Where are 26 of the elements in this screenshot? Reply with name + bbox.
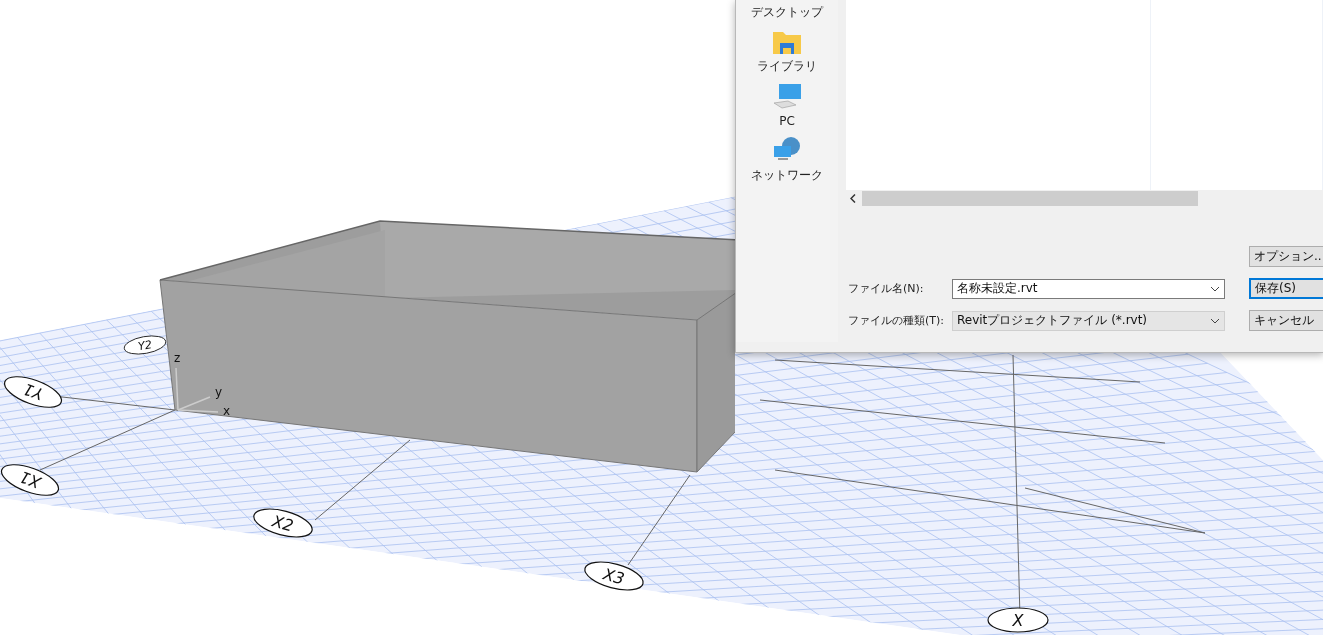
field-label: ファイル名(N): bbox=[847, 281, 925, 296]
computer-icon bbox=[772, 83, 802, 111]
cancel-button[interactable]: キャンセル bbox=[1249, 310, 1323, 331]
axis-label: y bbox=[215, 385, 223, 399]
grid-bubble: X3 bbox=[584, 561, 644, 591]
chevron-down-icon[interactable] bbox=[1210, 285, 1220, 292]
folder-icon bbox=[772, 29, 802, 55]
grid-bubble: X bbox=[987, 607, 1049, 633]
grid-bubble: Y1 bbox=[3, 376, 63, 408]
grid-bubble: X2 bbox=[253, 508, 313, 538]
axis-label: z bbox=[174, 351, 181, 365]
field-label: ファイルの種類(T): bbox=[847, 313, 945, 328]
save-button[interactable]: 保存(S) bbox=[1249, 278, 1323, 299]
scrollbar-thumb[interactable] bbox=[862, 190, 1198, 206]
navigation-item[interactable]: ネットワーク bbox=[751, 167, 823, 184]
chevron-left-icon[interactable] bbox=[850, 193, 856, 203]
file-name-field[interactable]: 名称未設定.rvt bbox=[952, 278, 1225, 299]
options-button[interactable]: オプション.. bbox=[1249, 246, 1323, 267]
navigation-item[interactable]: PC bbox=[779, 114, 795, 128]
file-type-dropdown[interactable]: Revitプロジェクトファイル (*.rvt) bbox=[952, 310, 1225, 331]
axis-label: x bbox=[223, 404, 231, 418]
navigation-item[interactable]: ライブラリ bbox=[757, 58, 817, 75]
chevron-down-icon[interactable] bbox=[1210, 317, 1220, 324]
navigation-item[interactable]: デスクトップ bbox=[751, 4, 823, 21]
grid-bubble: X1 bbox=[0, 464, 60, 496]
grid-bubble: Y2 bbox=[123, 335, 167, 355]
